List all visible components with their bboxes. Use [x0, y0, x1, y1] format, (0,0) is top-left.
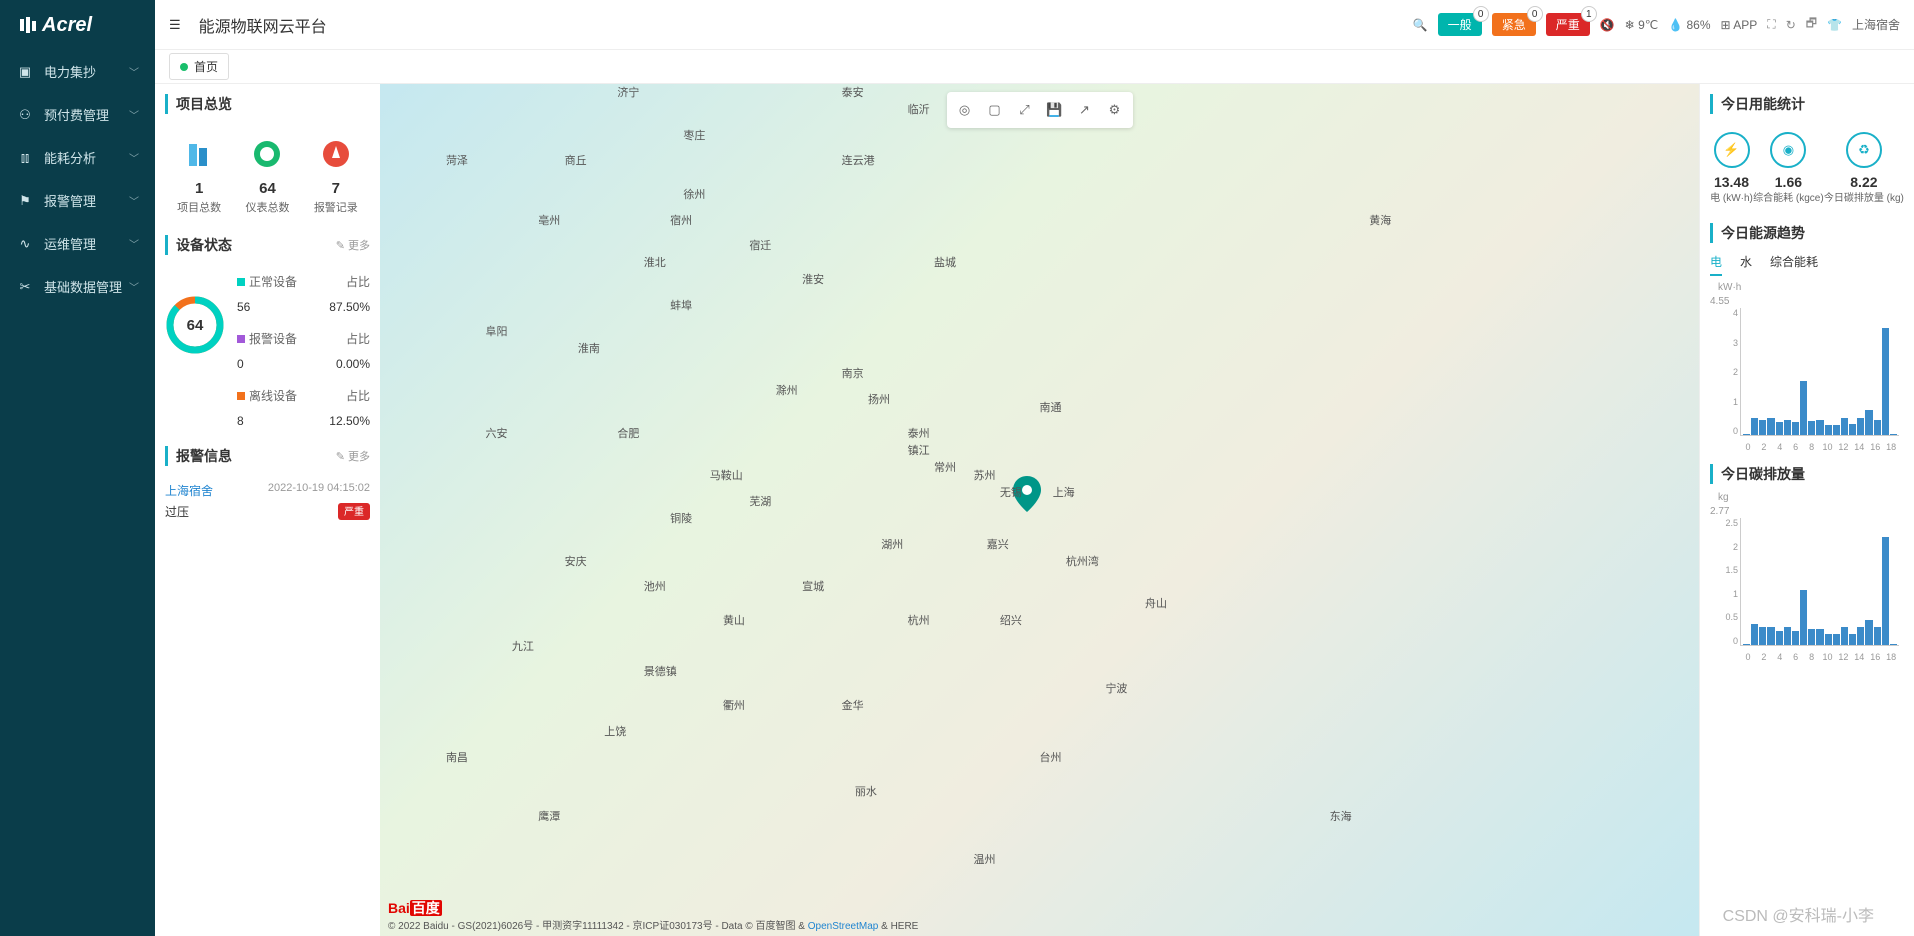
nav-alarm[interactable]: ⚑报警管理﹀: [0, 179, 155, 222]
tools-icon: ✂: [16, 279, 34, 295]
chevron-down-icon: ﹀: [129, 193, 139, 208]
tab-home[interactable]: 首页: [169, 53, 229, 80]
refresh-icon[interactable]: ↻: [1786, 18, 1796, 32]
header: ☰ 能源物联网云平台 🔍 一般0 紧急0 严重1 🔇 ❄ 9℃ 💧 86% ⊞ …: [155, 0, 1914, 50]
bell-icon: [316, 134, 356, 174]
building-icon: [179, 134, 219, 174]
menu-toggle-icon[interactable]: ☰: [169, 17, 181, 33]
leaf-icon: ♻: [1846, 132, 1882, 168]
device-status-card: 设备状态✎ 更多 64 正常设备占比5687.50%报警设备占比00.00%离线…: [165, 235, 370, 436]
search-icon[interactable]: 🔍: [1413, 18, 1428, 32]
card-title: 今日能源趋势: [1710, 223, 1904, 243]
card-title: 报警信息✎ 更多: [165, 446, 370, 466]
chart-icon: ⫾⫾: [16, 150, 34, 166]
chevron-down-icon: ﹀: [129, 64, 139, 79]
more-link[interactable]: ✎ 更多: [336, 237, 370, 253]
badge-normal[interactable]: 一般0: [1438, 13, 1482, 36]
trend-tabs: 电 水 综合能耗: [1710, 253, 1904, 276]
project-overview-card: 项目总览 1项目总数 64仪表总数 7报警记录: [165, 94, 370, 225]
map-fullscreen-icon[interactable]: ⤢: [1011, 96, 1039, 124]
wave-icon: ∿: [16, 236, 34, 252]
map-layer-icon[interactable]: ▢: [981, 96, 1009, 124]
alarm-item[interactable]: 上海宿舍2022-10-19 04:15:02 过压严重: [165, 476, 370, 526]
nav-prepaid[interactable]: ⚇预付费管理﹀: [0, 93, 155, 136]
trend-tab-water[interactable]: 水: [1740, 253, 1752, 276]
map-locate-icon[interactable]: ◎: [951, 96, 979, 124]
chevron-down-icon: ﹀: [129, 107, 139, 122]
map-marker[interactable]: [1013, 476, 1041, 515]
ov-meters: 64仪表总数: [245, 134, 289, 215]
map[interactable]: ◎ ▢ ⤢ 💾 ↗ ⚙ 上海 南京苏州杭州合肥徐州常州扬州无锡南通宁波嘉兴湖州绍…: [380, 84, 1699, 936]
nav-list: ▣电力集抄﹀ ⚇预付费管理﹀ ⫾⫾能耗分析﹀ ⚑报警管理﹀ ∿运维管理﹀ ✂基础…: [0, 50, 155, 308]
gauge-icon: ▣: [16, 64, 34, 80]
map-save-icon[interactable]: 💾: [1041, 96, 1069, 124]
map-share-icon[interactable]: ↗: [1071, 96, 1099, 124]
sidebar: Acrel ▣电力集抄﹀ ⚇预付费管理﹀ ⫾⫾能耗分析﹀ ⚑报警管理﹀ ∿运维管…: [0, 0, 155, 936]
energy-stats-card: 今日用能统计 ⚡13.48电 (kW·h) ◉1.66综合能耗 (kgce) ♻…: [1710, 94, 1904, 213]
chevron-down-icon: ﹀: [129, 150, 139, 165]
layers-icon[interactable]: 🗗: [1806, 14, 1817, 35]
nav-power[interactable]: ▣电力集抄﹀: [0, 50, 155, 93]
nav-ops[interactable]: ∿运维管理﹀: [0, 222, 155, 265]
gauge-icon: ◉: [1770, 132, 1806, 168]
card-title: 今日用能统计: [1710, 94, 1904, 114]
user-icon: ⚇: [16, 107, 34, 123]
weather-humid: 💧 86%: [1668, 18, 1710, 32]
device-row: 报警设备占比00.00%: [237, 322, 370, 379]
energy-carbon: ♻8.22今日碳排放量 (kg): [1824, 132, 1904, 205]
ov-projects: 1项目总数: [177, 134, 221, 215]
more-link[interactable]: ✎ 更多: [336, 448, 370, 464]
device-row: 正常设备占比5687.50%: [237, 265, 370, 322]
energy-trend-card: 今日能源趋势 电 水 综合能耗 kW·h 4.55 43210 02468101…: [1710, 223, 1904, 454]
card-title: 设备状态✎ 更多: [165, 235, 370, 255]
fullscreen-icon[interactable]: ⛶: [1767, 17, 1775, 32]
map-attribution: © 2022 Baidu - GS(2021)6026号 - 甲测资字11111…: [388, 917, 918, 932]
ov-alarms: 7报警记录: [314, 134, 358, 215]
energy-total: ◉1.66综合能耗 (kgce): [1753, 132, 1824, 205]
card-title: 今日碳排放量: [1710, 464, 1904, 484]
carbon-chart-card: 今日碳排放量 kg 2.77 2.521.510.50 024681012141…: [1710, 464, 1904, 664]
alarm-info-card: 报警信息✎ 更多 上海宿舍2022-10-19 04:15:02 过压严重: [165, 446, 370, 526]
alert-icon: ⚑: [16, 193, 34, 209]
device-row: 离线设备占比812.50%: [237, 379, 370, 436]
badge-critical[interactable]: 严重1: [1546, 13, 1590, 36]
meter-icon: [247, 134, 287, 174]
tabs-bar: 首页: [155, 50, 1914, 84]
energy-elec: ⚡13.48电 (kW·h): [1710, 132, 1753, 205]
weather-temp: ❄ 9℃: [1625, 18, 1659, 32]
active-dot-icon: [180, 63, 188, 71]
donut-chart: 64: [165, 295, 225, 355]
nav-basedata[interactable]: ✂基础数据管理﹀: [0, 265, 155, 308]
bolt-icon: ⚡: [1714, 132, 1750, 168]
osm-link[interactable]: OpenStreetMap: [808, 921, 879, 932]
sound-icon[interactable]: 🔇: [1600, 18, 1615, 32]
app-link[interactable]: ⊞ APP: [1721, 18, 1758, 32]
map-settings-icon[interactable]: ⚙: [1101, 96, 1129, 124]
brand-logo: Acrel: [0, 0, 155, 50]
theme-icon[interactable]: 👕: [1827, 18, 1842, 32]
trend-tab-elec[interactable]: 电: [1710, 253, 1722, 276]
map-city-label: 上海: [1053, 484, 1075, 500]
baidu-logo: Bai百度: [388, 898, 442, 918]
chevron-down-icon: ﹀: [129, 279, 139, 294]
card-title: 项目总览: [165, 94, 370, 114]
badge-urgent[interactable]: 紧急0: [1492, 13, 1536, 36]
chevron-down-icon: ﹀: [129, 236, 139, 251]
project-selector[interactable]: 上海宿舍: [1852, 16, 1900, 33]
page-title: 能源物联网云平台: [199, 13, 327, 37]
trend-tab-total[interactable]: 综合能耗: [1770, 253, 1818, 276]
trend-chart: kW·h 4.55 43210 024681012141618: [1710, 284, 1904, 454]
map-toolbar: ◎ ▢ ⤢ 💾 ↗ ⚙: [947, 92, 1133, 128]
nav-energy[interactable]: ⫾⫾能耗分析﹀: [0, 136, 155, 179]
carbon-chart: kg 2.77 2.521.510.50 024681012141618: [1710, 494, 1904, 664]
